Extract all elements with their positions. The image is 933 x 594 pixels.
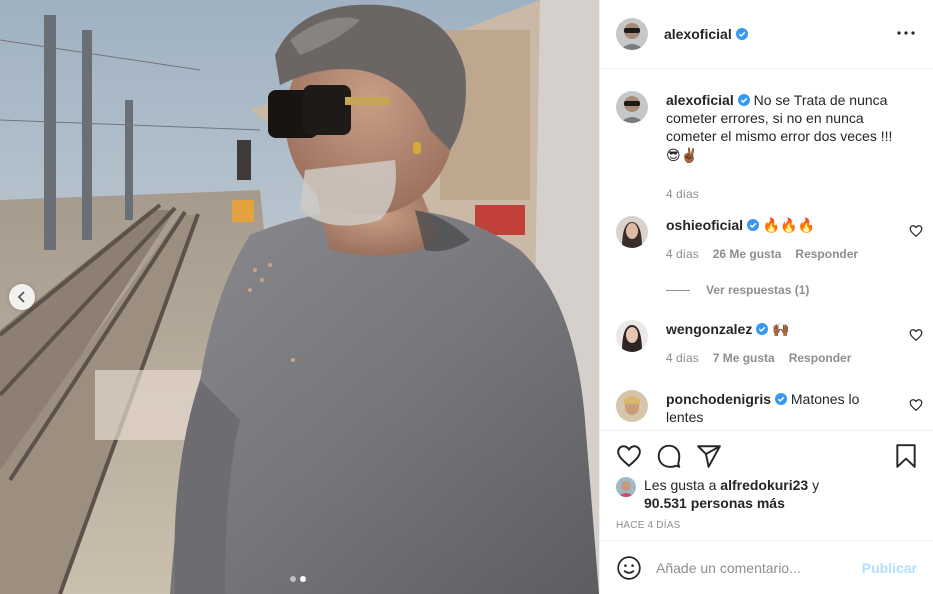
replies-divider bbox=[666, 289, 690, 291]
verified-badge-icon bbox=[775, 393, 787, 405]
emoji-icon[interactable] bbox=[616, 555, 642, 581]
caption: alexoficial No se Trata de nunca cometer… bbox=[616, 91, 917, 203]
carousel-dot bbox=[290, 576, 296, 582]
avatar[interactable] bbox=[616, 477, 636, 497]
comment-username[interactable]: oshieoficial bbox=[666, 217, 743, 233]
comment-item: oshieoficial 🔥🔥🔥 4 días 26 Me gusta Resp… bbox=[616, 216, 917, 263]
view-replies-label: Ver respuestas (1) bbox=[706, 283, 810, 297]
verified-badge-icon bbox=[737, 94, 750, 106]
comment-like-heart-icon[interactable] bbox=[909, 224, 923, 238]
avatar[interactable] bbox=[616, 91, 648, 123]
more-options-button[interactable] bbox=[895, 22, 917, 44]
likes-mid: y bbox=[812, 477, 820, 493]
comment-icon[interactable] bbox=[656, 443, 682, 469]
carousel-prev-button[interactable] bbox=[9, 284, 35, 310]
avatar[interactable] bbox=[616, 320, 648, 352]
reply-button[interactable]: Responder bbox=[789, 349, 852, 367]
more-options-icon bbox=[897, 31, 915, 35]
comment-text: 🙌🏾 bbox=[772, 321, 790, 337]
comment-time[interactable]: 4 días bbox=[666, 245, 699, 263]
avatar[interactable] bbox=[616, 390, 648, 422]
comment-username[interactable]: wengonzalez bbox=[666, 321, 752, 337]
posted-ago[interactable]: HACE 4 DÍAS bbox=[616, 520, 680, 531]
publish-button[interactable]: Publicar bbox=[862, 560, 917, 576]
comment-likes[interactable]: 26 Me gusta bbox=[713, 245, 782, 263]
post-side-panel: alexoficial alexoficial No se Trata de n… bbox=[599, 0, 933, 594]
header-username[interactable]: alexoficial bbox=[664, 26, 732, 42]
comment-like-heart-icon[interactable] bbox=[909, 328, 923, 342]
carousel-dot-active bbox=[300, 576, 306, 582]
heart-icon[interactable] bbox=[616, 443, 642, 469]
avatar[interactable] bbox=[616, 18, 648, 50]
comments-list[interactable]: alexoficial No se Trata de nunca cometer… bbox=[600, 69, 933, 430]
avatar[interactable] bbox=[616, 216, 648, 248]
comment-like-heart-icon[interactable] bbox=[909, 398, 923, 412]
add-comment-bar: Publicar bbox=[600, 540, 933, 594]
chevron-left-icon bbox=[17, 291, 25, 303]
verified-badge-icon bbox=[735, 28, 748, 40]
likes-count-link[interactable]: 90.531 personas más bbox=[644, 495, 785, 511]
comment-item: ponchodenigris Matones lo lentes bbox=[616, 390, 917, 426]
paper-plane-icon[interactable] bbox=[696, 443, 722, 469]
post-photo[interactable] bbox=[0, 0, 599, 594]
caption-emojis: 😎✌🏾 bbox=[666, 147, 699, 163]
post-header: alexoficial bbox=[600, 0, 933, 69]
comment-likes[interactable]: 7 Me gusta bbox=[713, 349, 775, 367]
photo-image bbox=[0, 0, 599, 594]
comment-item: wengonzalez 🙌🏾 4 días 7 Me gusta Respond… bbox=[616, 320, 917, 367]
bookmark-icon[interactable] bbox=[893, 443, 919, 469]
carousel-dots bbox=[290, 576, 306, 582]
likes-prefix: Les gusta a bbox=[644, 477, 717, 493]
caption-time[interactable]: 4 días bbox=[666, 185, 699, 203]
caption-username[interactable]: alexoficial bbox=[666, 92, 734, 108]
comment-input[interactable] bbox=[656, 559, 861, 576]
comment-time[interactable]: 4 días bbox=[666, 349, 699, 367]
verified-badge-icon bbox=[747, 219, 760, 231]
likes-user-link[interactable]: alfredokuri23 bbox=[720, 477, 808, 493]
comment-username[interactable]: ponchodenigris bbox=[666, 391, 771, 407]
post-actions: Les gusta a alfredokuri23 y 90.531 perso… bbox=[600, 430, 933, 540]
likes-summary: Les gusta a alfredokuri23 y 90.531 perso… bbox=[616, 476, 834, 512]
comment-text: 🔥🔥🔥 bbox=[762, 217, 816, 233]
reply-button[interactable]: Responder bbox=[795, 245, 858, 263]
verified-badge-icon bbox=[756, 323, 769, 335]
view-replies-link[interactable]: Ver respuestas (1) bbox=[666, 283, 809, 297]
